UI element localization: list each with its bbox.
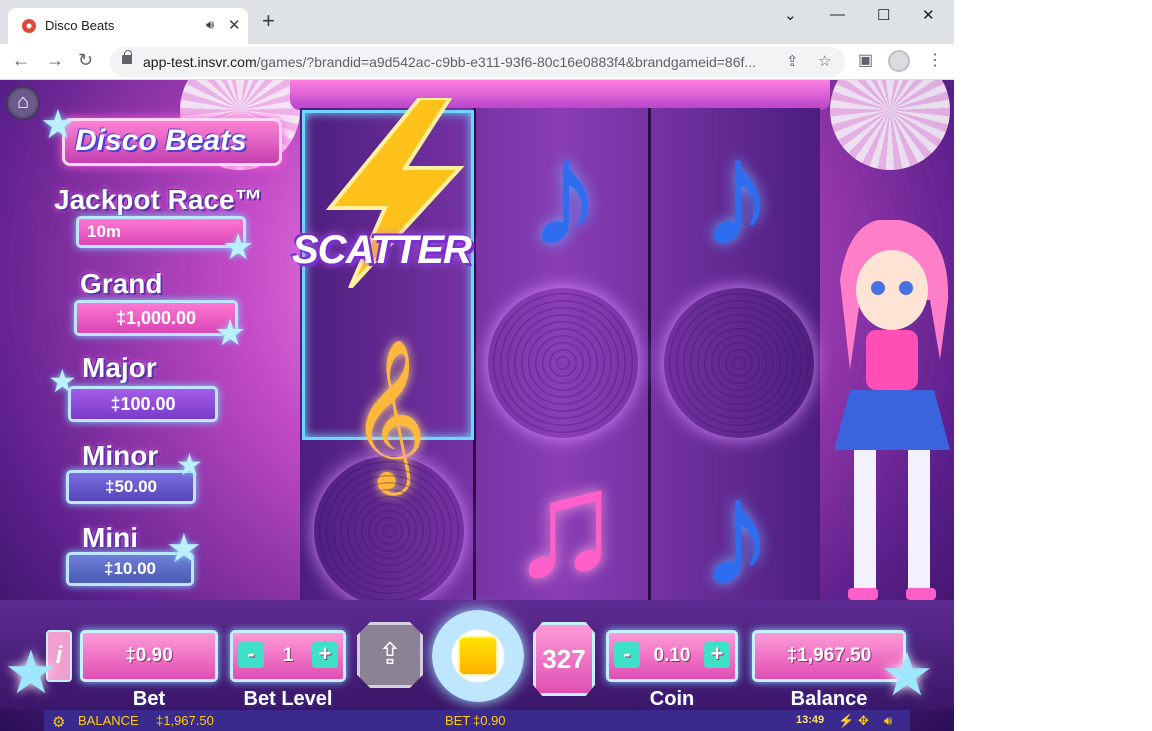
kebab-menu-icon[interactable]: ⋮ — [927, 50, 943, 70]
tab-bar: Disco Beats 🔊︎ ✕ + ⌄ — ☐ ✕ — [0, 0, 954, 44]
autoplay-coins-icon[interactable]: ⇪ — [357, 622, 423, 688]
control-bar: i ‡0.90 Bet - 1 + Bet Level ⇪ 327 - 0.10… — [0, 600, 954, 710]
beamed-notes-icon: ♫ — [508, 439, 622, 607]
star-icon: ★ — [880, 641, 934, 708]
forward-icon[interactable]: → — [46, 50, 64, 71]
close-tab-icon[interactable]: ✕ — [228, 16, 241, 34]
star-icon: ★ — [176, 449, 203, 482]
major-title: Major — [82, 352, 157, 383]
reels-area: 𝄞 SCATTER ♪ ♫ ♪ ♪ — [292, 98, 820, 617]
close-window-icon[interactable]: ✕ — [922, 6, 935, 24]
browser-toolbar: ← → ↻ app-test.insvr.com/games/?brandid=… — [0, 44, 954, 80]
app-favicon-icon — [22, 19, 36, 33]
bet-level-value: 1 — [282, 645, 294, 666]
bet-level-minus-button[interactable]: - — [238, 642, 264, 668]
fullscreen-icon[interactable]: ✥ — [858, 713, 869, 729]
star-icon: ★ — [166, 527, 202, 571]
game-viewport: ⌂ Disco Beats Jackpot Race™ 10m Grand ‡1… — [0, 80, 954, 731]
speaker-icon[interactable]: 🔊︎ — [206, 17, 214, 33]
spin-button[interactable] — [432, 610, 524, 702]
vinyl-record-icon — [314, 456, 464, 606]
game-logo: Disco Beats — [62, 118, 282, 166]
tab-title: Disco Beats — [45, 18, 115, 33]
vinyl-record-icon — [488, 288, 638, 438]
clock-time: 13:49 — [796, 714, 825, 726]
vinyl-record-icon — [664, 288, 814, 438]
sidepanel-icon[interactable]: ▣ — [858, 50, 873, 70]
minimize-icon[interactable]: — — [830, 6, 845, 23]
star-icon: ★ — [214, 312, 247, 353]
coin-label: Coin — [649, 688, 695, 710]
bet-display: ‡0.90 — [80, 630, 218, 682]
music-note-icon: ♪ — [527, 109, 603, 277]
chevron-down-icon[interactable]: ⌄ — [784, 6, 797, 24]
dj-girl-character — [834, 220, 950, 600]
scatter-label: SCATTER — [292, 228, 472, 272]
bet-level-plus-button[interactable]: + — [312, 642, 338, 668]
address-bar[interactable]: app-test.insvr.com/games/?brandid=a9d542… — [110, 47, 845, 77]
coin-value: 0.10 — [653, 645, 691, 666]
new-tab-icon[interactable]: + — [262, 10, 275, 32]
tab-disco-beats[interactable]: Disco Beats 🔊︎ ✕ — [8, 8, 248, 44]
jackpot-race-value: 10m — [76, 216, 246, 248]
reload-icon[interactable]: ↻ — [78, 50, 93, 71]
browser-window: Disco Beats 🔊︎ ✕ + ⌄ — ☐ ✕ ← → ↻ app-tes… — [0, 0, 954, 731]
bet-label: Bet — [132, 688, 166, 710]
lock-icon — [122, 50, 132, 64]
coin-minus-button[interactable]: - — [614, 642, 640, 668]
status-bet-value: ‡0.90 — [473, 713, 506, 728]
star-icon: ★ — [48, 363, 77, 399]
star-icon: ★ — [222, 226, 255, 267]
coin-stepper: - 0.10 + — [606, 630, 738, 682]
status-bet-label: BET — [445, 713, 471, 728]
share-icon[interactable]: ⇪ — [786, 52, 799, 70]
status-bar: ⚙ BALANCE ‡1,967.50 BET ‡0.90 13:49 ⚡ ✥ … — [44, 710, 910, 731]
sound-icon[interactable]: 🔊︎ — [884, 713, 892, 729]
url-text: app-test.insvr.com/games/?brandid=a9d542… — [143, 54, 757, 70]
coin-plus-button[interactable]: + — [704, 642, 730, 668]
bet-level-label: Bet Level — [243, 688, 333, 710]
gear-icon[interactable]: ⚙ — [52, 713, 65, 731]
music-note-icon: ♪ — [699, 109, 775, 277]
reel-divider — [648, 108, 651, 608]
profile-avatar-icon[interactable] — [888, 50, 910, 72]
mini-title: Mini — [82, 522, 138, 553]
bet-level-stepper: - 1 + — [230, 630, 346, 682]
stop-square-icon — [458, 636, 498, 676]
music-note-icon: ♪ — [699, 449, 775, 617]
star-icon: ★ — [40, 103, 76, 147]
star-icon: ★ — [4, 639, 58, 706]
grand-title: Grand — [80, 268, 163, 299]
major-value: ‡100.00 — [68, 386, 218, 422]
jackpot-race-title: Jackpot Race™ — [54, 184, 263, 215]
status-balance-label: BALANCE — [78, 713, 139, 728]
turbo-icon[interactable]: ⚡ — [838, 713, 854, 729]
spins-counter: 327 — [533, 622, 595, 696]
back-icon[interactable]: ← — [12, 50, 30, 71]
maximize-icon[interactable]: ☐ — [877, 6, 890, 24]
home-icon[interactable]: ⌂ — [6, 86, 40, 120]
star-icon[interactable]: ☆ — [818, 52, 831, 70]
disco-ball-right — [830, 80, 950, 170]
minor-title: Minor — [82, 440, 159, 471]
status-balance-value: ‡1,967.50 — [156, 713, 214, 728]
